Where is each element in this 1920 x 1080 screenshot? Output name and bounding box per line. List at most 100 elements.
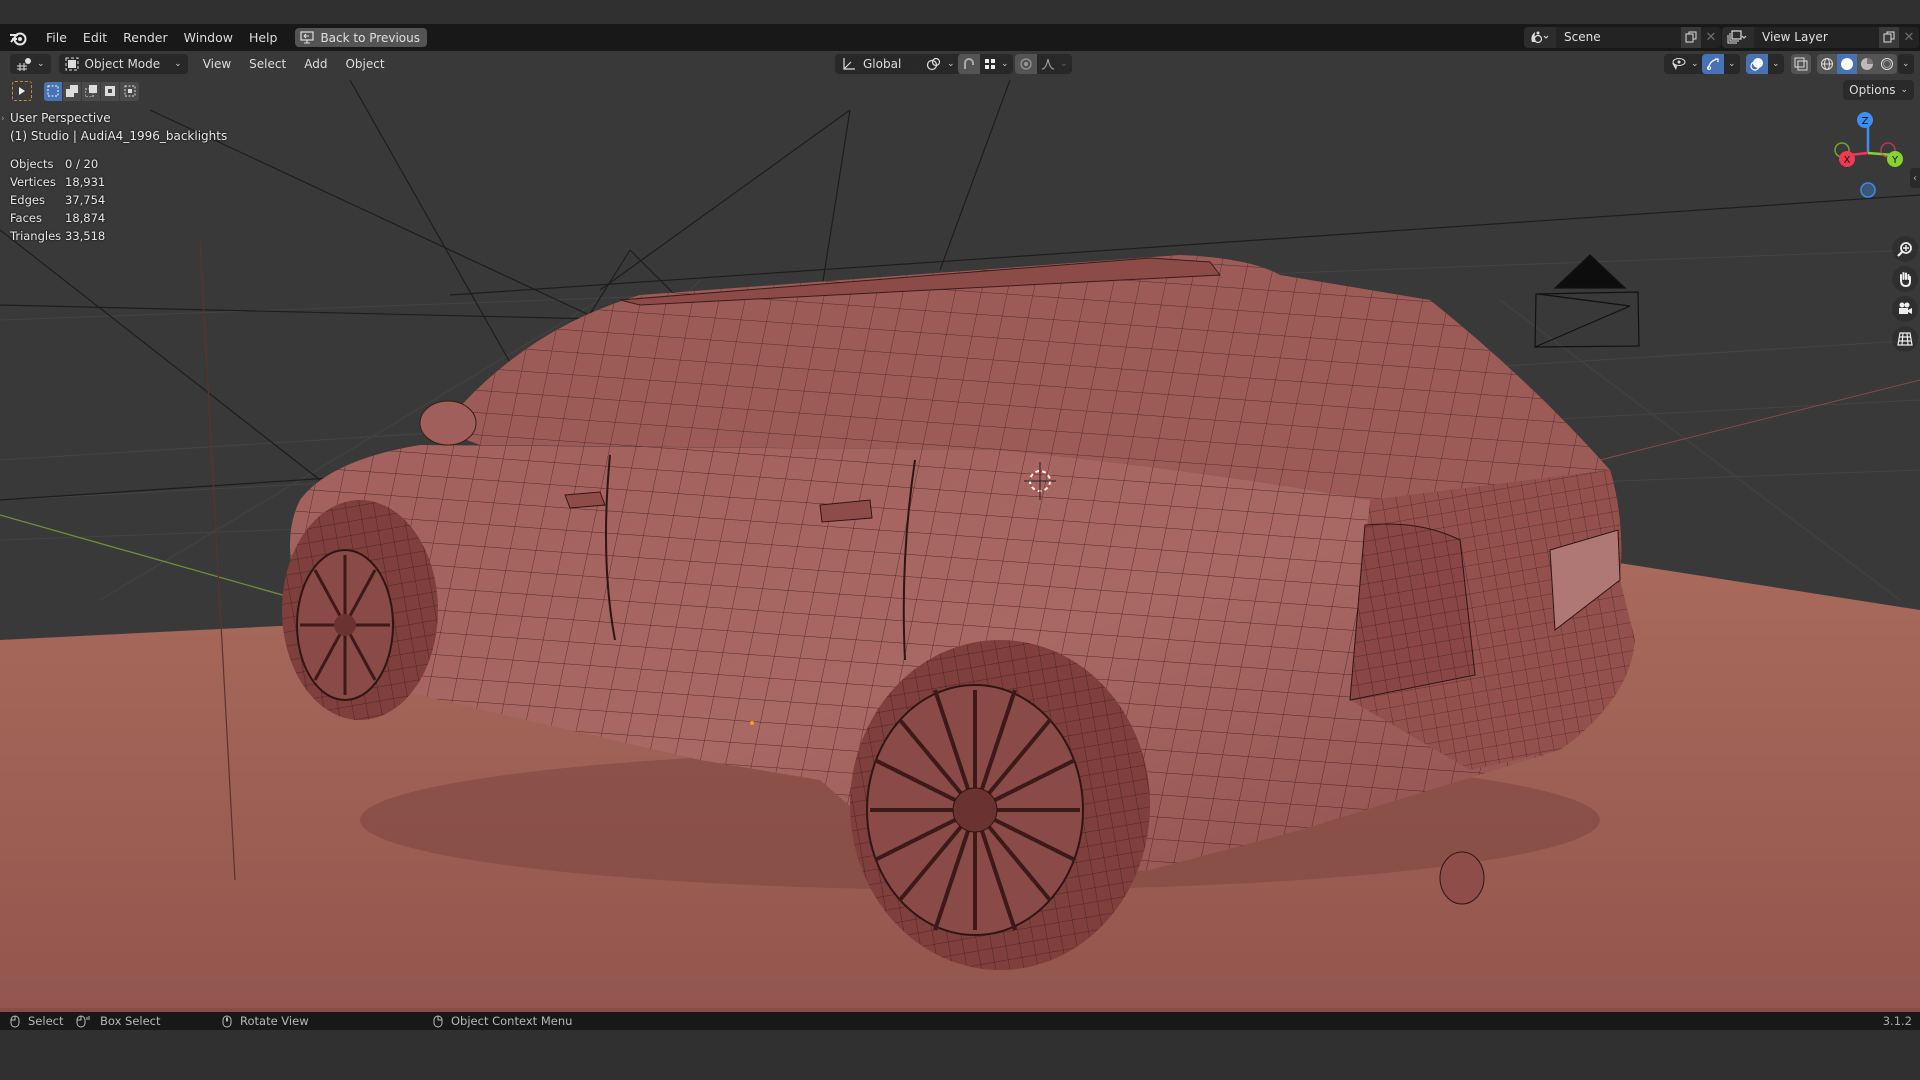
viewport-info: User Perspective (1) Studio | AudiA4_199…: [10, 109, 227, 145]
material-sphere-icon: [1861, 58, 1873, 70]
front-wheel: [282, 500, 438, 720]
blender-logo-icon[interactable]: [8, 28, 28, 48]
status-rotate-view: Rotate View: [222, 1014, 309, 1028]
active-tool-select-box[interactable]: [12, 81, 32, 101]
shading-rendered-button[interactable]: [1877, 54, 1897, 74]
menu-help[interactable]: Help: [241, 30, 286, 45]
status-box-select: Box Select: [76, 1014, 161, 1028]
overlay-toggle-icon: [1750, 58, 1763, 71]
gizmo-toggle-icon: [1707, 58, 1719, 70]
camera-view-button[interactable]: [1892, 296, 1918, 322]
falloff-dropdown[interactable]: ⌄: [1037, 54, 1072, 74]
proportional-edit-toggle[interactable]: [1015, 54, 1037, 74]
shading-solid-button[interactable]: [1837, 54, 1857, 74]
svg-text:Z: Z: [1862, 116, 1869, 127]
snap-increment-icon: [985, 59, 995, 69]
camera-object: [1534, 254, 1640, 348]
proportional-edit-group: ⌄: [1015, 54, 1072, 74]
camera-view-icon: [1899, 302, 1912, 314]
view-layer-selector: View Layer ✕: [1722, 26, 1919, 48]
new-view-layer-icon[interactable]: [1879, 26, 1899, 48]
menu-view[interactable]: View: [194, 57, 240, 71]
menu-edit[interactable]: Edit: [75, 30, 115, 45]
scene-statistics: Objects 0 / 20 Vertices 18,931 Edges 37,754…: [10, 155, 105, 245]
scene-selector: Scene ✕: [1524, 26, 1721, 48]
stat-vertices: Vertices 18,931: [10, 175, 106, 189]
delete-view-layer-icon[interactable]: ✕: [1899, 27, 1919, 48]
ortho-toggle-button[interactable]: [1892, 326, 1918, 352]
new-scene-icon[interactable]: [1681, 26, 1701, 48]
selection-mode-set[interactable]: [44, 81, 63, 101]
x-axis-line: [0, 514, 301, 601]
selection-mode-intersect[interactable]: [120, 82, 139, 101]
shading-options-dropdown[interactable]: ⌄: [1898, 54, 1914, 74]
editor-type-button[interactable]: ⌄: [10, 54, 51, 74]
toolbar-expand-icon[interactable]: ›: [1, 114, 5, 124]
scene-icon[interactable]: [1524, 26, 1556, 48]
menu-add[interactable]: Add: [295, 57, 336, 71]
menu-select[interactable]: Select: [240, 57, 295, 71]
select-subtract-icon: [85, 85, 97, 97]
select-invert-icon: [105, 86, 115, 96]
gizmo-dropdown[interactable]: ⌄: [1724, 54, 1740, 74]
mode-selector[interactable]: Object Mode ⌄: [58, 54, 188, 74]
overlay-dropdown[interactable]: ⌄: [1768, 54, 1784, 74]
gizmo-toggle[interactable]: [1702, 54, 1724, 74]
navigation-gizmo[interactable]: Z X Y ‹: [1820, 106, 1920, 366]
wireframe-sphere-icon: [1821, 58, 1833, 70]
mouse-middle-icon: [222, 1015, 232, 1027]
stat-edges: Edges 37,754: [10, 193, 106, 207]
status-select: Select: [10, 1014, 63, 1028]
zoom-icon: [1897, 242, 1912, 257]
sidebar-expand-icon[interactable]: ‹: [1910, 168, 1920, 188]
delete-scene-icon[interactable]: ✕: [1701, 27, 1721, 48]
snap-target-dropdown[interactable]: ⌄: [980, 54, 1013, 74]
scene-name-field[interactable]: Scene: [1556, 30, 1681, 44]
orientation-label: Global: [863, 57, 902, 71]
proportional-edit-icon: [1020, 58, 1032, 70]
selection-mode-extend[interactable]: [63, 81, 82, 101]
window-bottom-strip: [0, 1030, 1920, 1080]
xray-toggle[interactable]: [1791, 54, 1811, 74]
snap-toggle[interactable]: [958, 54, 980, 74]
rendered-sphere-icon: [1881, 58, 1893, 70]
menu-file[interactable]: File: [38, 30, 75, 45]
shading-material-button[interactable]: [1857, 54, 1877, 74]
menu-window[interactable]: Window: [176, 30, 241, 45]
status-object-context-menu: Object Context Menu: [433, 1014, 572, 1028]
pan-button[interactable]: [1892, 266, 1918, 292]
pivot-point-dropdown[interactable]: ⌄: [920, 54, 961, 74]
object-mode-icon: [65, 57, 79, 71]
screen-back-icon: [300, 31, 315, 44]
shading-mode-group: [1817, 54, 1897, 74]
menu-object[interactable]: Object: [336, 57, 393, 71]
view-layer-icon[interactable]: [1722, 26, 1754, 48]
ortho-grid-icon: [1897, 332, 1913, 346]
transform-orientation-dropdown[interactable]: Global ⌄: [835, 54, 932, 74]
selection-mode-subtract[interactable]: [82, 81, 101, 101]
options-dropdown[interactable]: Options ⌄: [1843, 80, 1914, 100]
object-visibility-icon: [1672, 58, 1686, 70]
back-to-previous-button[interactable]: Back to Previous: [295, 28, 427, 47]
select-set-icon: [47, 85, 59, 97]
selection-mode-invert[interactable]: [101, 81, 120, 101]
selection-mode-group: [44, 81, 139, 101]
mode-label: Object Mode: [84, 57, 161, 71]
mouse-right-icon: [433, 1015, 443, 1027]
solid-sphere-icon: [1841, 58, 1853, 70]
options-label: Options: [1849, 83, 1896, 97]
rear-wheel: [850, 640, 1150, 970]
status-bar: Select Box Select Rotate View Object Con…: [0, 1012, 1920, 1030]
window-top-strip: [0, 0, 1920, 24]
view-layer-name-field[interactable]: View Layer: [1754, 30, 1879, 44]
select-intersect-icon: [124, 85, 135, 97]
shading-wireframe-button[interactable]: [1817, 54, 1837, 74]
zoom-button[interactable]: [1892, 236, 1918, 262]
viewport-scene: [0, 79, 1920, 1012]
menu-render[interactable]: Render: [115, 30, 176, 45]
3d-viewport[interactable]: ⌄ Object Mode ⌄ View Select Add Object G…: [0, 51, 1920, 1012]
object-visibility-dropdown[interactable]: ⌄: [1664, 54, 1705, 74]
overlay-toggle[interactable]: [1746, 54, 1768, 74]
viewport-header: ⌄ Object Mode ⌄ View Select Add Object G…: [0, 51, 1920, 77]
back-to-previous-label: Back to Previous: [320, 30, 420, 45]
